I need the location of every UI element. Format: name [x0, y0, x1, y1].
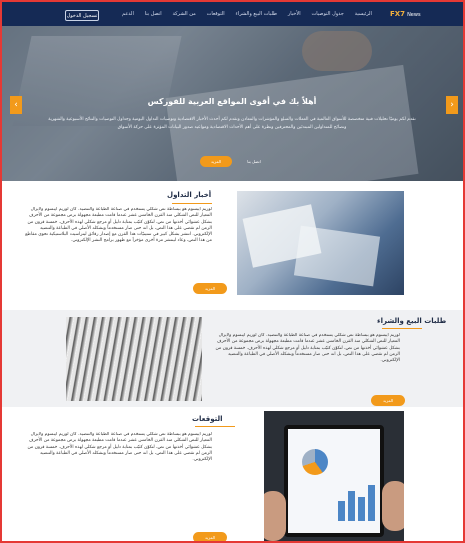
- section-title: أخبار التداول: [167, 191, 212, 199]
- section-more-button[interactable]: المزيد: [193, 283, 227, 294]
- hero-contact-button[interactable]: اتصل بنا: [238, 156, 270, 167]
- section-body: لوريم ايبسوم هو ببساطة نص شكلي يستخدم في…: [27, 432, 212, 463]
- title-underline: [195, 426, 235, 427]
- menu-item-forecasts[interactable]: التوقعات: [207, 11, 225, 17]
- menu-item-about[interactable]: من الشركة: [173, 11, 196, 17]
- page-frame: تسجيل الدخول الرئيسية جدول التوصيات الأخ…: [2, 2, 463, 541]
- section-body: لوريم ايبسوم هو ببساطة نص شكلي يستخدم في…: [25, 207, 212, 244]
- logo-main: FX7: [390, 10, 406, 18]
- main-menu: الرئيسية جدول التوصيات الأخبار طلبات الب…: [122, 11, 372, 17]
- menu-item-signals-table[interactable]: جدول التوصيات: [311, 11, 343, 17]
- menu-item-news[interactable]: الأخبار: [288, 11, 301, 17]
- section-title: التوقعات: [192, 415, 223, 423]
- title-underline: [172, 203, 212, 204]
- section-trading-news: أخبار التداول لوريم ايبسوم هو ببساطة نص …: [2, 181, 463, 310]
- section-more-button[interactable]: المزيد: [371, 395, 405, 406]
- hero-text: نقدم لكم يوميًا تحليلات فنية متخصصة للأس…: [48, 117, 416, 130]
- hero-more-button[interactable]: المزيد: [200, 156, 232, 167]
- menu-item-home[interactable]: الرئيسية: [355, 11, 372, 17]
- login-button[interactable]: تسجيل الدخول: [65, 10, 99, 21]
- section-body: لوريم ايبسوم هو ببساطة نص شكلي يستخدم في…: [215, 333, 400, 364]
- banknotes-image: [66, 317, 202, 401]
- pie-graphic: [302, 449, 328, 475]
- section-forecasts: التوقعات لوريم ايبسوم هو ببساطة نص شكلي …: [2, 407, 463, 541]
- logo-sub: News: [407, 12, 421, 18]
- menu-item-support[interactable]: الدعم: [122, 11, 134, 17]
- menu-item-orders[interactable]: طلبات البيع والشراء: [236, 11, 277, 17]
- title-underline: [382, 328, 422, 329]
- tablet-screen: [284, 425, 384, 537]
- top-navbar: تسجيل الدخول الرئيسية جدول التوصيات الأخ…: [2, 2, 463, 26]
- site-logo[interactable]: FX7 News: [390, 10, 421, 18]
- hand-right: [382, 481, 404, 531]
- hero-title: أهلاً بك في أقوى المواقع العربية للفوركس: [147, 97, 317, 106]
- slider-next-icon[interactable]: ›: [446, 96, 458, 114]
- slider-prev-icon[interactable]: ‹: [10, 96, 22, 114]
- menu-item-contact[interactable]: اتصل بنا: [145, 11, 162, 17]
- section-title: طلبات البيع والشراء: [377, 317, 447, 325]
- section-more-button[interactable]: المزيد: [193, 532, 227, 541]
- hand-left: [264, 491, 286, 541]
- tablet-charts-image: [264, 411, 404, 541]
- hero-slider: أهلاً بك في أقوى المواقع العربية للفوركس…: [2, 26, 463, 181]
- section-orders: طلبات البيع والشراء لوريم ايبسوم هو ببسا…: [2, 310, 463, 407]
- newspaper-image: [237, 191, 404, 295]
